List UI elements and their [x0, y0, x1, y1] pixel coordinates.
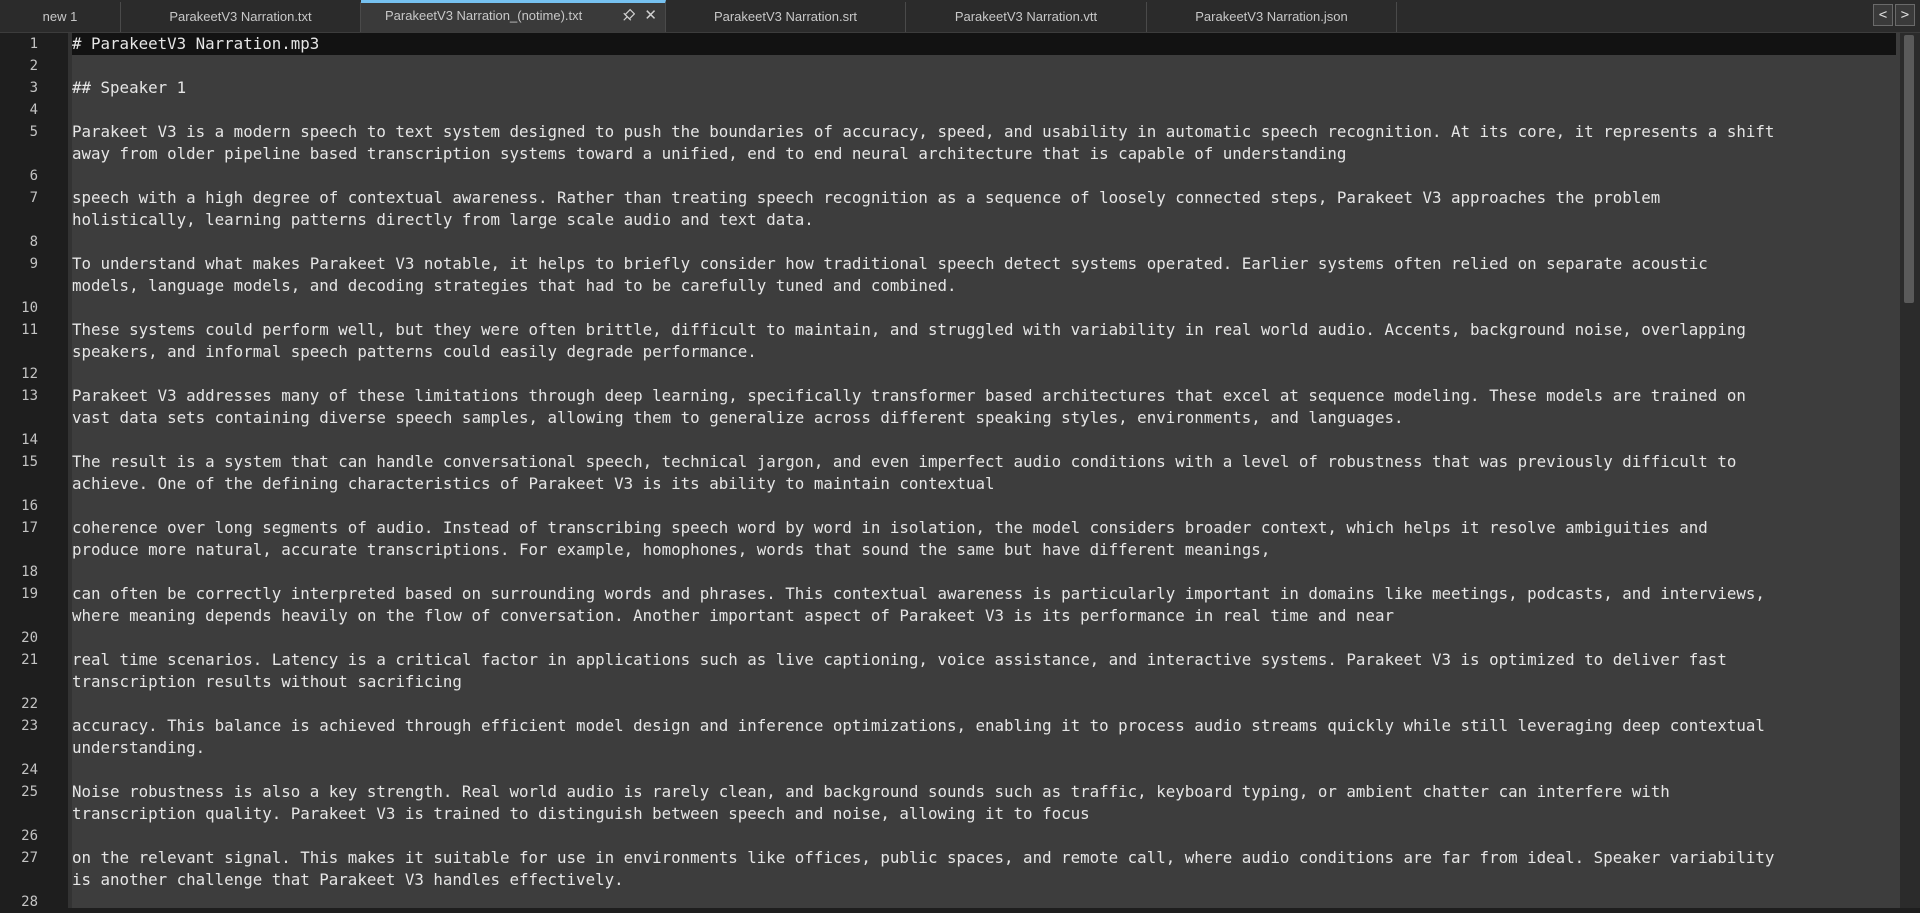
vertical-scrollbar[interactable]: [1900, 33, 1920, 908]
text-line-wrap: transcription results without sacrificin…: [72, 672, 462, 691]
text-line-wrap: transcription quality. Parakeet V3 is tr…: [72, 804, 1090, 823]
tab-label: ParakeetV3 Narration.json: [1195, 9, 1348, 24]
text-line-wrap: models, language models, and decoding st…: [72, 276, 957, 295]
text-line-wrap: speakers, and informal speech patterns c…: [72, 342, 757, 361]
line-number: 14: [21, 432, 38, 448]
line-number: 17: [21, 520, 38, 536]
line-number: 11: [21, 322, 38, 338]
text-line: Noise robustness is also a key strength.…: [72, 782, 1670, 801]
text-line-wrap: vast data sets containing diverse speech…: [72, 408, 1404, 427]
text-line: coherence over long segments of audio. I…: [72, 518, 1708, 537]
tab-narration-json[interactable]: ParakeetV3 Narration.json: [1147, 2, 1397, 32]
text-line: on the relevant signal. This makes it su…: [72, 848, 1775, 867]
tab-label: ParakeetV3 Narration.vtt: [954, 9, 1098, 24]
text-line: speech with a high degree of contextual …: [72, 188, 1661, 207]
text-line: real time scenarios. Latency is a critic…: [72, 650, 1727, 669]
tab-bar: new 1 ParakeetV3 Narration.txt ParakeetV…: [0, 0, 1920, 33]
line-number: 27: [21, 850, 38, 866]
tab-narration-vtt[interactable]: ParakeetV3 Narration.vtt: [906, 2, 1147, 32]
tab-narration-txt[interactable]: ParakeetV3 Narration.txt: [121, 2, 361, 32]
text-line: # ParakeetV3 Narration.mp3: [72, 34, 320, 53]
line-number: 7: [29, 190, 38, 206]
line-number: 2: [29, 58, 38, 74]
text-line-wrap: where meaning depends heavily on the flo…: [72, 606, 1394, 625]
line-number: 19: [21, 586, 38, 602]
text-line-wrap: is another challenge that Parakeet V3 ha…: [72, 870, 624, 889]
text-line: Parakeet V3 addresses many of these limi…: [72, 386, 1746, 405]
line-number: 13: [21, 388, 38, 404]
line-number: 6: [29, 168, 38, 184]
scrollbar-thumb[interactable]: [1904, 35, 1914, 303]
line-number: 23: [21, 718, 38, 734]
tab-narration-srt[interactable]: ParakeetV3 Narration.srt: [666, 2, 906, 32]
tab-label: ParakeetV3 Narration.srt: [713, 9, 858, 24]
line-number: 10: [21, 300, 38, 316]
line-number: 22: [21, 696, 38, 712]
line-number: 8: [29, 234, 38, 250]
text-line: To understand what makes Parakeet V3 not…: [72, 254, 1708, 273]
line-number: 25: [21, 784, 38, 800]
tab-scroll-right-button[interactable]: >: [1895, 4, 1915, 26]
line-number: 12: [21, 366, 38, 382]
line-number: 21: [21, 652, 38, 668]
line-number: 18: [21, 564, 38, 580]
text-line-wrap: understanding.: [72, 738, 206, 757]
close-tab-icon[interactable]: ✕: [644, 1, 657, 31]
text-line: can often be correctly interpreted based…: [72, 584, 1765, 603]
line-number: 15: [21, 454, 38, 470]
line-number: 20: [21, 630, 38, 646]
line-number: 3: [29, 80, 38, 96]
tab-scroll-left-button[interactable]: <: [1873, 4, 1893, 26]
editor-area[interactable]: 1 # ParakeetV3 Narration.mp3 2 3 ## Speaker …: [0, 33, 1920, 910]
line-number: 9: [29, 256, 38, 272]
line-number: 26: [21, 828, 38, 844]
text-line: These systems could perform well, but th…: [72, 320, 1746, 339]
text-line-wrap: away from older pipeline based transcrip…: [72, 144, 1347, 163]
text-line-wrap: achieve. One of the defining characteris…: [72, 474, 995, 493]
text-line-wrap: holistically, learning patterns directly…: [72, 210, 814, 229]
line-number: 4: [29, 102, 38, 118]
text-line: accuracy. This balance is achieved throu…: [72, 716, 1765, 735]
line-number: 5: [29, 124, 38, 140]
tab-label: ParakeetV3 Narration_(notime).txt: [385, 8, 583, 23]
line-number: 28: [21, 894, 38, 910]
text-line: Parakeet V3 is a modern speech to text s…: [72, 122, 1775, 141]
tab-label: ParakeetV3 Narration.txt: [169, 9, 312, 24]
line-number: 24: [21, 762, 38, 778]
current-line-highlight: [72, 33, 1896, 55]
line-number: 1: [29, 36, 38, 52]
tab-narration-notime-txt[interactable]: ParakeetV3 Narration_(notime).txt ✕: [361, 0, 666, 32]
tab-label: new 1: [42, 9, 78, 24]
line-number: 16: [21, 498, 38, 514]
text-line: ## Speaker 1: [72, 78, 187, 97]
text-line-wrap: produce more natural, accurate transcrip…: [72, 540, 1271, 559]
pin-icon[interactable]: [621, 1, 636, 31]
tab-new-1[interactable]: new 1: [0, 2, 121, 32]
text-line: The result is a system that can handle c…: [72, 452, 1737, 471]
